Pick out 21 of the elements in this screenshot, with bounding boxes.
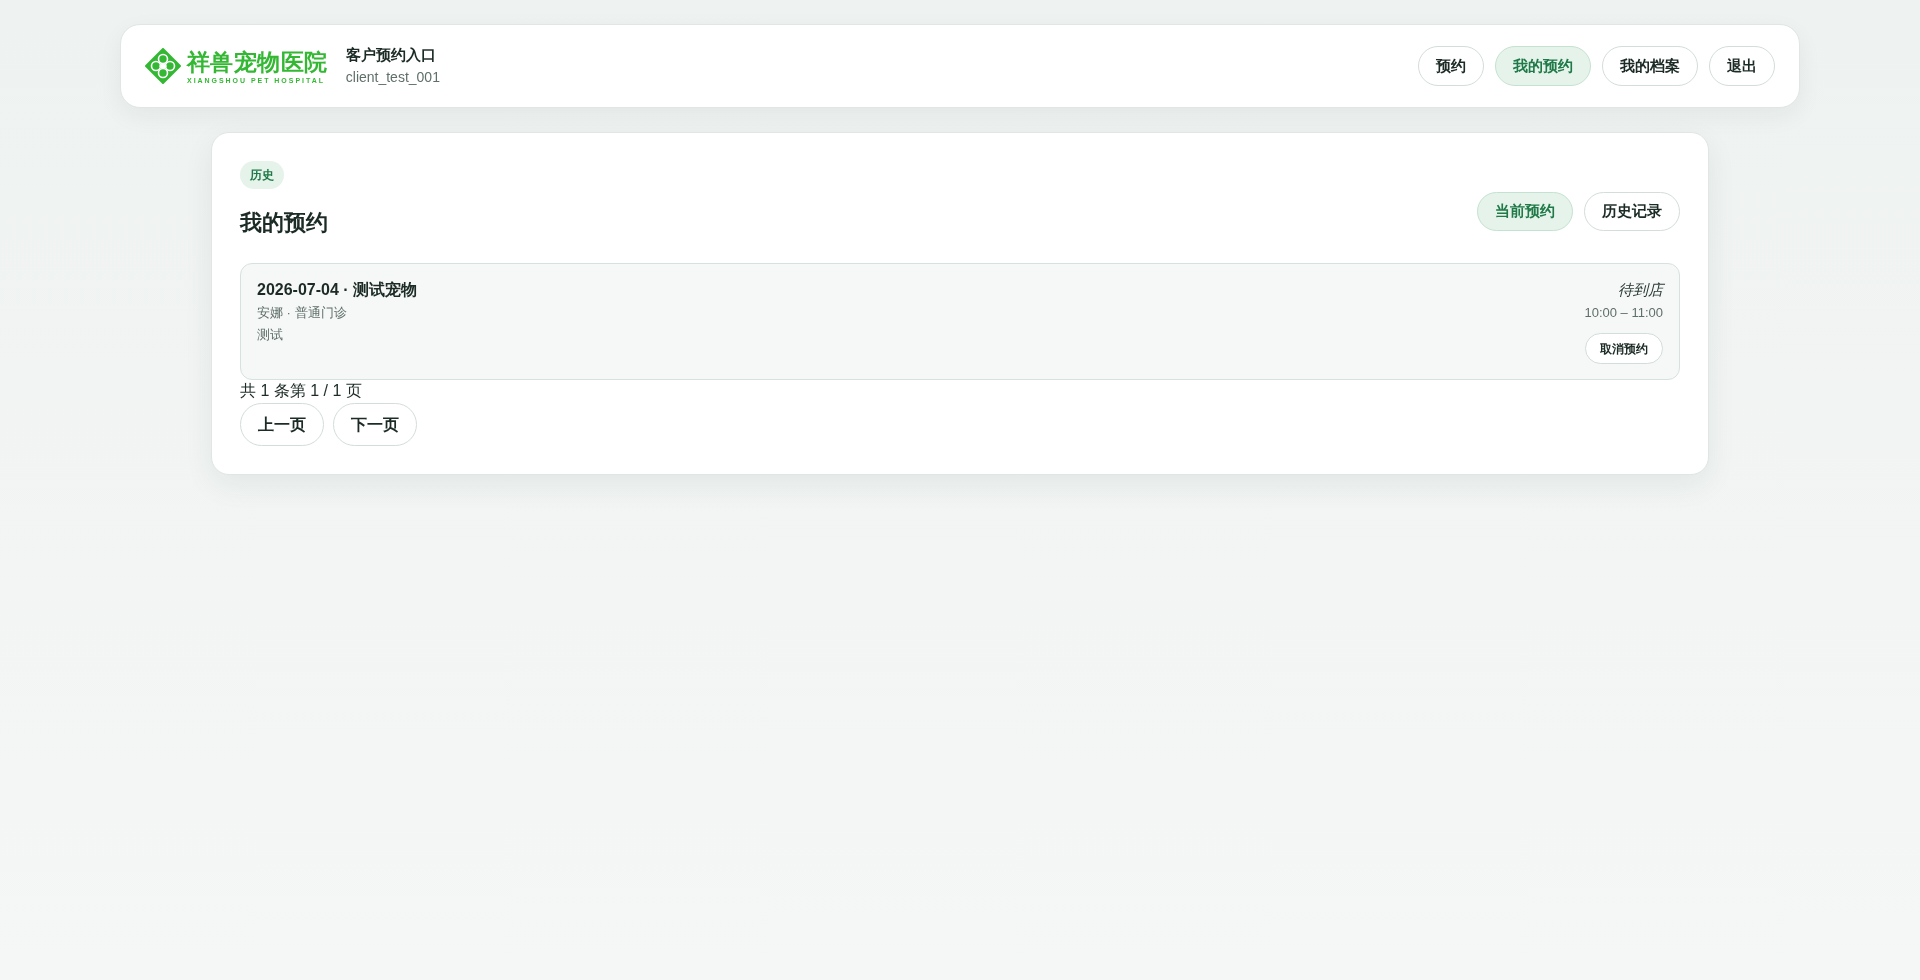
- cancel-button[interactable]: 取消预约: [1585, 333, 1663, 364]
- nav-button[interactable]: 我的预约: [1495, 46, 1591, 86]
- nav-button[interactable]: 预约: [1418, 46, 1484, 86]
- appointment-status: 待到店: [1618, 280, 1663, 300]
- user-id: client_test_001: [345, 68, 440, 87]
- pagination-summary: 共 1 条第 1 / 1 页: [240, 381, 363, 401]
- appointment-details: 安娜 · 普通门诊: [257, 304, 348, 322]
- view-tab[interactable]: 当前预约: [1477, 192, 1573, 231]
- page-button[interactable]: 上一页: [240, 403, 324, 446]
- logo-icon: [145, 48, 181, 84]
- view-tab[interactable]: 历史记录: [1584, 192, 1680, 231]
- appointment-time: 10:00 – 11:00: [1584, 304, 1663, 322]
- logo-name: 祥兽宠物医院: [187, 47, 328, 76]
- portal-title: 客户预约入口: [345, 45, 437, 65]
- section-badge: 历史: [240, 161, 284, 189]
- page-title: 我的预约: [240, 209, 328, 237]
- nav-button[interactable]: 我的档案: [1602, 46, 1698, 86]
- appointment-note: 测试: [257, 326, 284, 344]
- page-button[interactable]: 下一页: [333, 403, 417, 446]
- nav-button[interactable]: 退出: [1709, 46, 1775, 86]
- appointment-title: 2026-07-04 · 测试宠物: [257, 280, 418, 300]
